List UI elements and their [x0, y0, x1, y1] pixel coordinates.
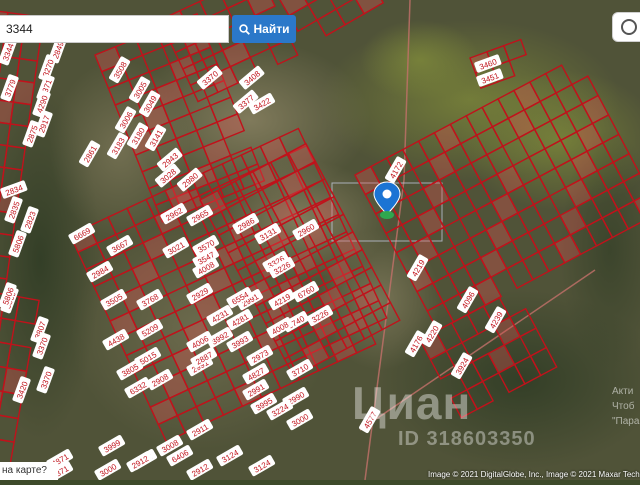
search-icon [238, 23, 250, 35]
search-input[interactable] [0, 15, 229, 43]
activation-notice: Акти Чтоб "Пара [612, 384, 639, 429]
listing-id: ID 318603350 [398, 428, 536, 450]
layers-toggle-icon[interactable] [612, 12, 640, 42]
map-attribution: Image © 2021 DigitalGlobe, Inc., Image ©… [428, 470, 640, 479]
activation-line: Акти [612, 386, 634, 397]
activation-line: "Пара [612, 416, 640, 427]
brand-watermark: Циан [352, 377, 472, 429]
search-bar: Найти [0, 15, 300, 43]
activation-line: Чтоб [612, 401, 635, 412]
satellite-map[interactable]: 3344 2849 3270 3779 3371 4290 2917 2875 2834 2835… [0, 0, 640, 485]
toggle-knob [621, 19, 637, 35]
search-button[interactable]: Найти [232, 15, 296, 43]
search-button-label: Найти [253, 22, 290, 36]
map-link[interactable]: на карте? [0, 462, 58, 480]
